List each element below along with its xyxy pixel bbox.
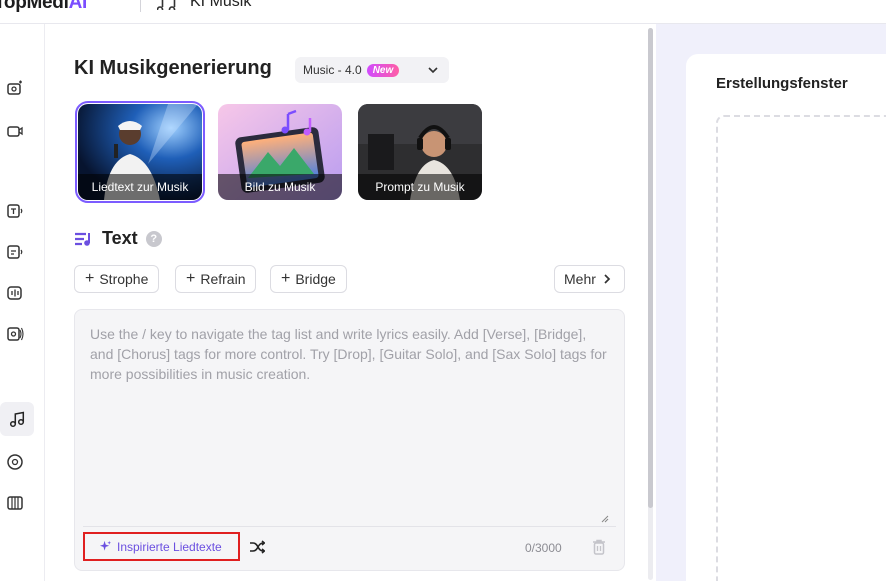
- more-tags-button[interactable]: Mehr: [554, 265, 625, 293]
- mode-card-label: Bild zu Musik: [218, 174, 342, 200]
- brand-suffix: AI: [68, 0, 88, 13]
- creation-window-title: Erstellungsfenster: [716, 75, 848, 92]
- audio-wave-icon: [7, 286, 22, 300]
- vinyl-disc-icon: [7, 454, 23, 470]
- video-camera-icon: [7, 126, 23, 137]
- mode-card-image[interactable]: Bild zu Musik: [218, 104, 342, 200]
- text-section-title: Text: [102, 228, 138, 248]
- mode-card-label: Liedtext zur Musik: [78, 174, 202, 200]
- add-bridge-button[interactable]: + Bridge: [270, 265, 347, 293]
- chevron-right-icon: [604, 274, 611, 284]
- page-section-title: KI Musik: [190, 0, 252, 10]
- mode-card-lyrics[interactable]: Liedtext zur Musik: [75, 101, 205, 203]
- top-bar: TopMediAI KI Musik: [0, 0, 886, 24]
- new-badge: New: [366, 63, 400, 77]
- more-label: Mehr: [564, 271, 596, 287]
- sidebar-item-video[interactable]: [2, 118, 28, 144]
- text-speech-icon: [7, 204, 23, 218]
- top-divider: [140, 0, 141, 12]
- sidebar-item-vinyl[interactable]: [2, 449, 28, 475]
- model-label: Music - 4.0: [303, 63, 362, 77]
- add-refrain-button[interactable]: + Refrain: [175, 265, 257, 293]
- sidebar-item-text-to-speech[interactable]: [2, 198, 28, 224]
- brand-logo[interactable]: TopMediAI: [0, 0, 87, 14]
- shuffle-icon[interactable]: [249, 540, 265, 554]
- text-section-header: Text ?: [74, 228, 162, 249]
- lyrics-list-icon: [75, 232, 90, 246]
- lyrics-input[interactable]: [90, 324, 610, 524]
- tag-label: Bridge: [295, 271, 336, 287]
- sidebar-item-audio[interactable]: [2, 280, 28, 306]
- panel-scrollbar[interactable]: [648, 28, 653, 580]
- plus-icon: +: [281, 270, 291, 287]
- voice-icon: [7, 327, 24, 341]
- tag-label: Strophe: [99, 271, 149, 287]
- creation-dropzone: [716, 115, 886, 581]
- plus-icon: +: [186, 270, 196, 287]
- help-icon[interactable]: ?: [145, 230, 162, 247]
- music-notes-icon: [157, 0, 176, 10]
- character-counter: 0/3000: [525, 541, 562, 555]
- piano-keys-icon: [7, 496, 23, 510]
- page-title: KI Musikgenerierung: [74, 57, 272, 79]
- plus-icon: +: [85, 270, 95, 287]
- lyrics-editor: Inspirierte Liedtexte 0/3000: [74, 309, 625, 571]
- brand-prefix: TopMedi: [0, 0, 69, 13]
- sidebar-item-piano[interactable]: [2, 490, 28, 516]
- chevron-down-icon: [428, 67, 438, 74]
- inspire-lyrics-button[interactable]: Inspirierte Liedtexte: [83, 532, 240, 561]
- resize-handle-icon[interactable]: [601, 515, 609, 523]
- model-select[interactable]: Music - 4.0 New: [295, 57, 449, 83]
- mode-card-prompt[interactable]: Prompt zu Musik: [358, 104, 482, 200]
- video-edit-icon: [7, 80, 22, 95]
- editor-divider: [83, 526, 616, 527]
- scrollbar-thumb[interactable]: [648, 28, 653, 508]
- mode-card-label: Prompt zu Musik: [358, 174, 482, 200]
- trash-icon[interactable]: [590, 538, 608, 556]
- tag-label: Refrain: [200, 271, 246, 287]
- add-strophe-button[interactable]: + Strophe: [74, 265, 160, 293]
- inspire-label: Inspirierte Liedtexte: [117, 539, 222, 554]
- music-note-icon: [9, 411, 25, 428]
- sidebar-item-subtitle[interactable]: [2, 239, 28, 265]
- subtitle-icon: [7, 245, 23, 259]
- left-sidebar: [0, 24, 45, 581]
- sidebar-item-music[interactable]: [0, 402, 34, 436]
- sparkle-icon: [99, 540, 112, 551]
- sidebar-item-video-edit[interactable]: [2, 76, 28, 102]
- sidebar-item-voice[interactable]: [2, 321, 28, 347]
